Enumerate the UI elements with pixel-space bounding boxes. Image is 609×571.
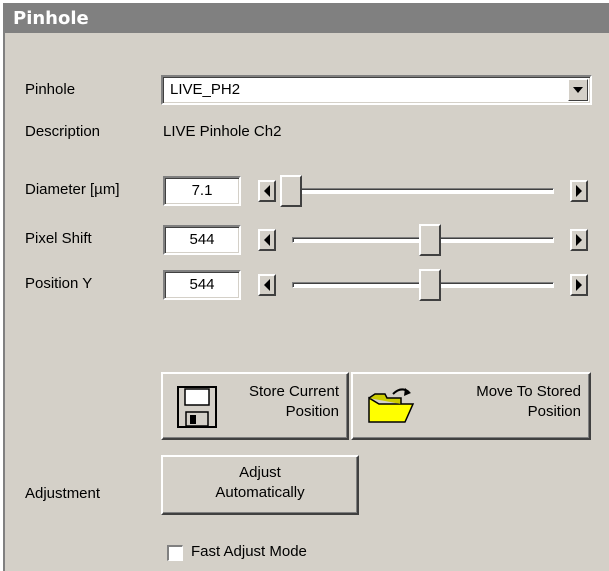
diameter-slider-thumb[interactable] — [280, 175, 302, 207]
store-button-label: Store Current Position — [249, 382, 339, 422]
fast-adjust-mode-checkbox[interactable] — [167, 545, 183, 561]
pixel-shift-slider-thumb[interactable] — [419, 224, 441, 256]
arrow-right-icon — [576, 234, 582, 246]
diameter-label: Diameter [µm] — [25, 181, 120, 198]
diameter-slider-track[interactable] — [292, 188, 554, 194]
store-button-line1: Store Current — [248, 383, 339, 400]
move-button-line2: Position — [527, 403, 581, 420]
store-current-position-button[interactable]: Store Current Position — [161, 372, 349, 440]
pinhole-label: Pinhole — [25, 81, 76, 98]
pixel-shift-input[interactable]: 544 — [163, 225, 241, 255]
diameter-decrease-button[interactable] — [258, 180, 276, 202]
position-y-input-value: 544 — [189, 276, 215, 293]
description-value: LIVE Pinhole Ch2 — [163, 123, 282, 140]
arrow-left-icon — [264, 185, 270, 197]
move-to-stored-position-button[interactable]: Move To Stored Position — [351, 372, 591, 440]
pixel-shift-increase-button[interactable] — [570, 229, 588, 251]
pinhole-select[interactable]: LIVE_PH2 — [161, 75, 592, 105]
position-y-input[interactable]: 544 — [163, 270, 241, 300]
adjust-button-line1: Adjust — [239, 464, 281, 481]
pixel-shift-input-value: 544 — [189, 231, 215, 248]
position-y-label: Position Y — [25, 275, 93, 292]
diameter-increase-button[interactable] — [570, 180, 588, 202]
pinhole-panel: Pinhole Pinhole LIVE_PH2 Description LIV… — [3, 3, 609, 571]
panel-title: Pinhole — [5, 5, 609, 33]
description-label: Description — [25, 123, 101, 140]
fast-adjust-mode-label: Fast Adjust Mode — [191, 543, 307, 560]
adjust-automatically-button[interactable]: Adjust Automatically — [161, 455, 359, 515]
move-button-label: Move To Stored Position — [476, 382, 581, 422]
move-button-line1: Move To Stored — [476, 383, 581, 400]
arrow-left-icon — [264, 279, 270, 291]
pixel-shift-label: Pixel Shift — [25, 230, 92, 247]
arrow-left-icon — [264, 234, 270, 246]
store-button-line2: Position — [285, 403, 339, 420]
diameter-input-value: 7.1 — [191, 182, 213, 199]
adjust-button-label: Adjust Automatically — [163, 463, 357, 503]
position-y-slider-thumb[interactable] — [419, 269, 441, 301]
chevron-down-icon — [573, 87, 583, 93]
pinhole-select-value: LIVE_PH2 — [170, 81, 241, 98]
arrow-right-icon — [576, 185, 582, 197]
diameter-input[interactable]: 7.1 — [163, 176, 241, 206]
pinhole-dropdown-button[interactable] — [568, 79, 588, 101]
adjust-button-line2: Automatically — [215, 484, 305, 501]
arrow-right-icon — [576, 279, 582, 291]
pixel-shift-decrease-button[interactable] — [258, 229, 276, 251]
position-y-decrease-button[interactable] — [258, 274, 276, 296]
floppy-disk-icon — [177, 386, 217, 428]
position-y-increase-button[interactable] — [570, 274, 588, 296]
adjustment-label: Adjustment — [25, 485, 101, 502]
folder-arrow-icon — [368, 388, 415, 423]
